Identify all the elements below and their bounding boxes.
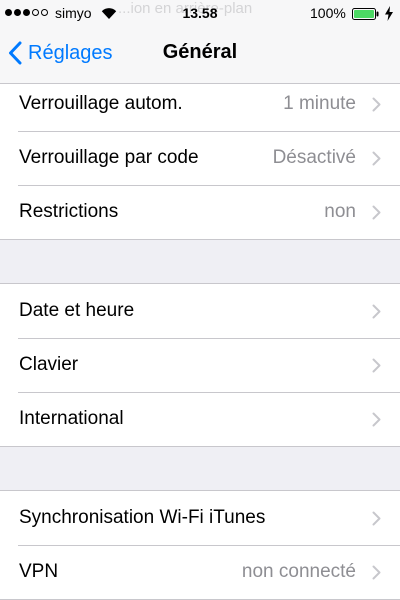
settings-row-international[interactable]: International: [0, 392, 400, 446]
battery-icon: [352, 8, 379, 20]
row-value: non connecté: [241, 561, 356, 582]
row-value: Désactivé: [272, 147, 356, 168]
settings-row-vpn[interactable]: VPN non connecté: [0, 545, 400, 599]
row-label: Restrictions: [19, 201, 119, 222]
settings-row-date-time[interactable]: Date et heure: [0, 284, 400, 338]
row-label: International: [19, 408, 124, 429]
row-label: Date et heure: [19, 300, 135, 321]
row-value: non: [324, 201, 356, 222]
status-bar: ...ion en arrière-plan simyo 13.58 100%: [0, 0, 400, 28]
settings-row-restrictions[interactable]: Restrictions non: [0, 185, 400, 239]
settings-row-passcode-lock[interactable]: Verrouillage par code Désactivé: [0, 131, 400, 185]
settings-group-locale: Date et heure Clavier International: [0, 283, 400, 447]
page-title: Général: [162, 41, 238, 63]
chevron-right-icon: [372, 97, 381, 111]
chevron-right-icon: [372, 151, 381, 165]
settings-row-keyboard[interactable]: Clavier: [0, 338, 400, 392]
battery-percentage: 100%: [310, 5, 346, 21]
row-label: Verrouillage autom.: [19, 93, 183, 114]
row-label: Clavier: [19, 354, 79, 375]
group-separator: [0, 240, 400, 283]
chevron-right-icon: [372, 205, 381, 219]
settings-row-auto-lock[interactable]: Verrouillage autom. 1 minute: [0, 77, 400, 131]
charging-bolt-icon: [385, 6, 393, 21]
chevron-right-icon: [372, 511, 381, 525]
chevron-right-icon: [372, 412, 381, 426]
row-label: VPN: [19, 561, 59, 582]
settings-general-screen: ...ion en arrière-plan simyo 13.58 100%: [0, 0, 400, 600]
row-label: Synchronisation Wi-Fi iTunes: [19, 507, 266, 528]
chevron-right-icon: [372, 565, 381, 579]
navigation-bar: Réglages Général: [0, 28, 400, 83]
settings-group-network: Synchronisation Wi-Fi iTunes VPN non con…: [0, 490, 400, 600]
chevron-right-icon: [372, 358, 381, 372]
settings-row-itunes-wifi-sync[interactable]: Synchronisation Wi-Fi iTunes: [0, 491, 400, 545]
row-label: Verrouillage par code: [19, 147, 199, 168]
chevron-right-icon: [372, 304, 381, 318]
group-separator: [0, 447, 400, 490]
row-value: 1 minute: [283, 93, 356, 114]
settings-list: Verrouillage autom. 1 minute Verrouillag…: [0, 76, 400, 600]
top-bar: ...ion en arrière-plan simyo 13.58 100%: [0, 0, 400, 84]
settings-group-lock: Verrouillage autom. 1 minute Verrouillag…: [0, 76, 400, 240]
